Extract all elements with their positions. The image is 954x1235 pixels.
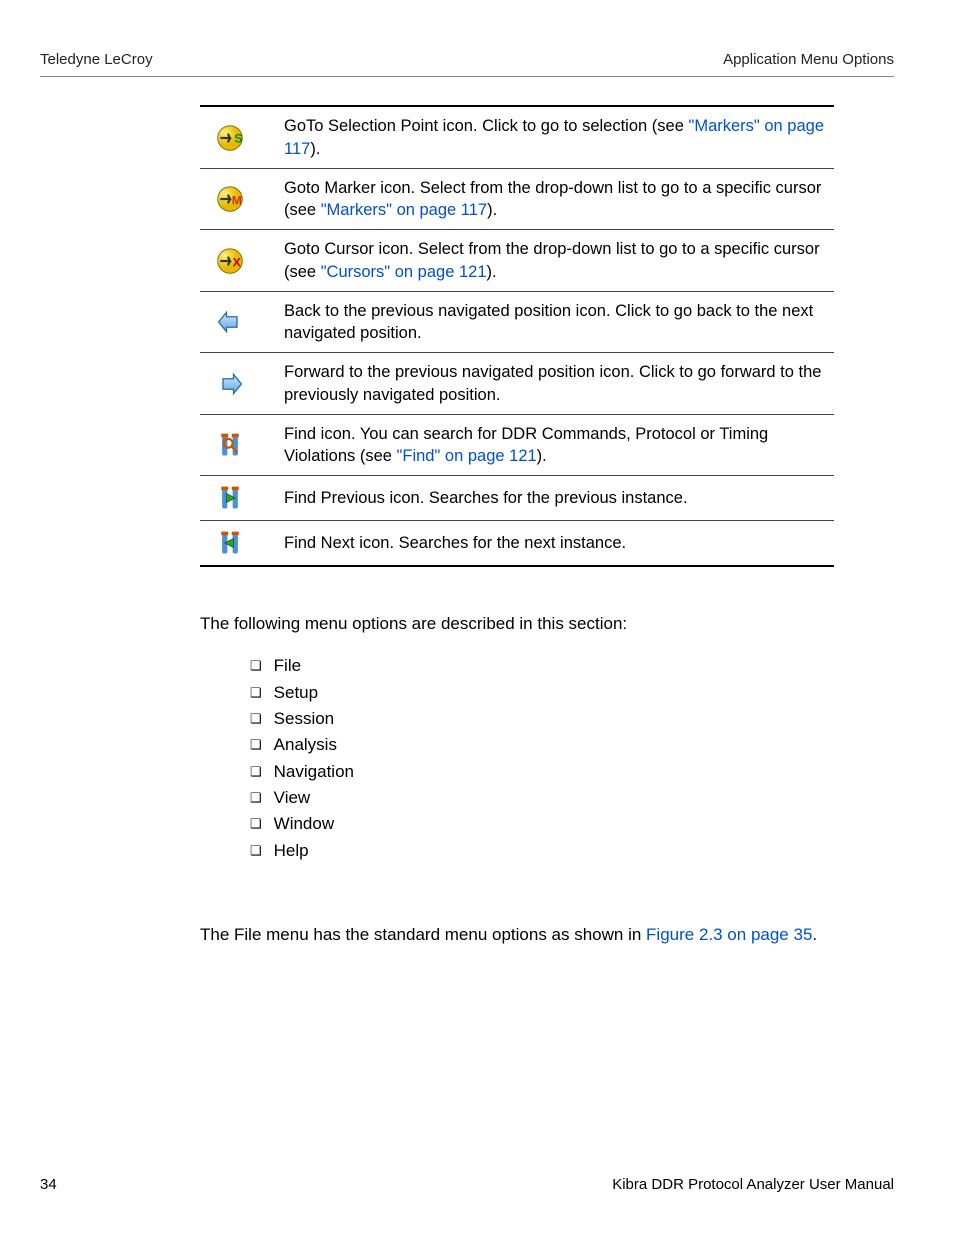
cross-reference-link[interactable]: "Find" on page 121 xyxy=(397,447,537,465)
table-row: Back to the previous navigated position … xyxy=(200,292,834,354)
icon-description: Back to the previous navigated position … xyxy=(284,300,834,345)
menu-options-list: FileSetupSessionAnalysisNavigationViewWi… xyxy=(250,653,894,864)
menu-item: Setup xyxy=(250,680,894,706)
menu-item: File xyxy=(250,653,894,679)
menu-item: Window xyxy=(250,811,894,837)
goto-marker-icon: M xyxy=(200,185,260,213)
table-row: Forward to the previous navigated positi… xyxy=(200,353,834,415)
file-menu-paragraph: The File menu has the standard menu opti… xyxy=(200,924,894,947)
desc-pre: Forward to the previous navigated positi… xyxy=(284,363,821,403)
icon-description: GoTo Selection Point icon. Click to go t… xyxy=(284,115,834,160)
page-number: 34 xyxy=(40,1175,57,1195)
find-next-icon xyxy=(200,529,260,557)
menu-item: Session xyxy=(250,706,894,732)
icon-description: Goto Cursor icon. Select from the drop-d… xyxy=(284,238,834,283)
goto-selection-icon: S xyxy=(200,124,260,152)
menu-intro: The following menu options are described… xyxy=(200,613,894,636)
page-header: Teledyne LeCroy Application Menu Options xyxy=(40,50,894,77)
desc-post: ). xyxy=(487,263,497,281)
menu-item: View xyxy=(250,785,894,811)
desc-pre: Back to the previous navigated position … xyxy=(284,302,813,342)
header-right: Application Menu Options xyxy=(723,50,894,70)
icon-description: Find Previous icon. Searches for the pre… xyxy=(284,487,834,509)
table-row: Find icon. You can search for DDR Comman… xyxy=(200,415,834,477)
table-row: M Goto Marker icon. Select from the drop-… xyxy=(200,169,834,231)
figure-link[interactable]: Figure 2.3 on page 35 xyxy=(646,925,812,944)
table-row: Find Previous icon. Searches for the pre… xyxy=(200,476,834,521)
goto-cursor-icon: X xyxy=(200,247,260,275)
table-row: S GoTo Selection Point icon. Click to go … xyxy=(200,107,834,169)
menu-item: Navigation xyxy=(250,759,894,785)
desc-post: ). xyxy=(310,140,320,158)
page-footer: 34 Kibra DDR Protocol Analyzer User Manu… xyxy=(40,1175,894,1195)
desc-pre: Find Next icon. Searches for the next in… xyxy=(284,534,626,552)
icon-description: Find icon. You can search for DDR Comman… xyxy=(284,423,834,468)
desc-pre: Find Previous icon. Searches for the pre… xyxy=(284,489,688,507)
nav-forward-icon xyxy=(200,370,260,398)
svg-text:S: S xyxy=(234,131,242,145)
file-para-pre: The File menu has the standard menu opti… xyxy=(200,925,646,944)
header-left: Teledyne LeCroy xyxy=(40,50,153,70)
find-icon xyxy=(200,431,260,459)
icon-description: Forward to the previous navigated positi… xyxy=(284,361,834,406)
desc-pre: GoTo Selection Point icon. Click to go t… xyxy=(284,117,688,135)
table-row: X Goto Cursor icon. Select from the drop-… xyxy=(200,230,834,292)
cross-reference-link[interactable]: "Cursors" on page 121 xyxy=(321,263,487,281)
nav-back-icon xyxy=(200,308,260,336)
icon-description-table: S GoTo Selection Point icon. Click to go … xyxy=(200,105,834,567)
svg-text:M: M xyxy=(232,193,242,207)
menu-item: Help xyxy=(250,838,894,864)
find-prev-icon xyxy=(200,484,260,512)
icon-description: Find Next icon. Searches for the next in… xyxy=(284,532,834,554)
manual-title: Kibra DDR Protocol Analyzer User Manual xyxy=(612,1175,894,1195)
desc-post: ). xyxy=(487,201,497,219)
svg-text:X: X xyxy=(233,255,242,269)
cross-reference-link[interactable]: "Markers" on page 117 xyxy=(321,201,487,219)
table-row: Find Next icon. Searches for the next in… xyxy=(200,521,834,565)
icon-description: Goto Marker icon. Select from the drop-d… xyxy=(284,177,834,222)
menu-item: Analysis xyxy=(250,732,894,758)
desc-post: ). xyxy=(537,447,547,465)
file-para-post: . xyxy=(812,925,817,944)
